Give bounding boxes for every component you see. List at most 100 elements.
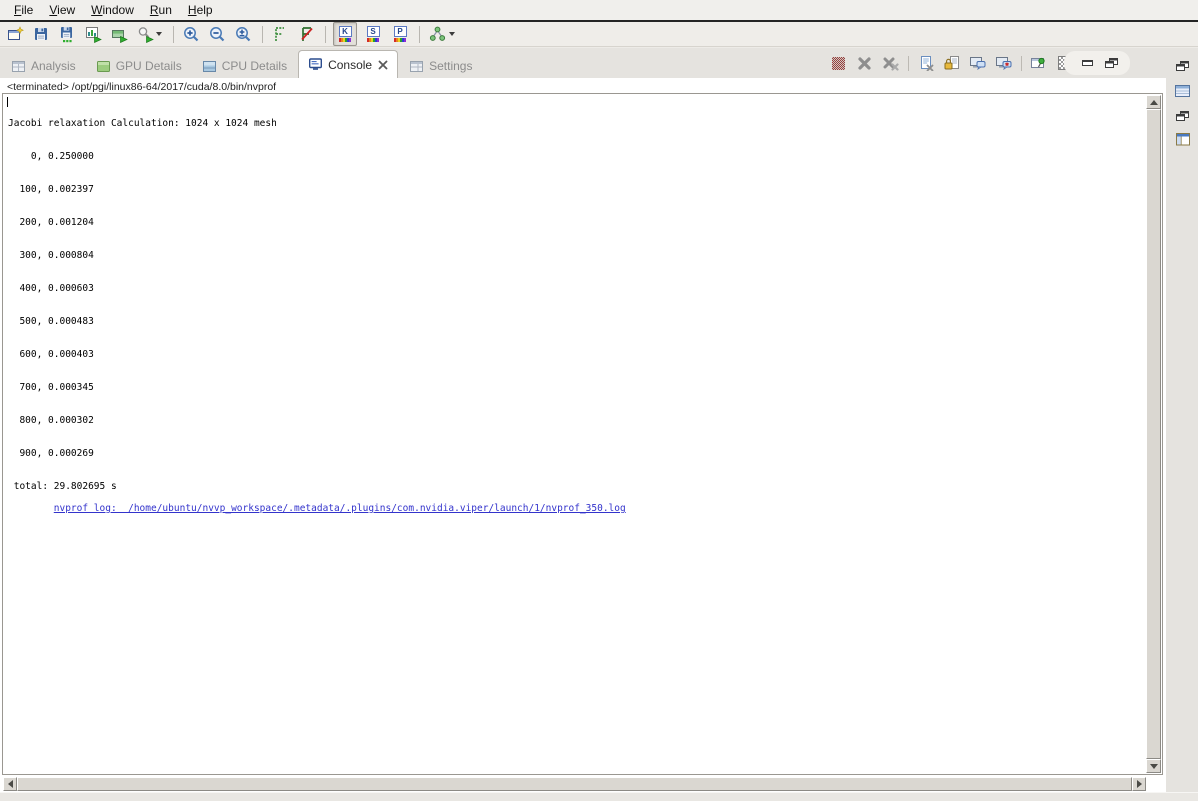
kernel-letter: K bbox=[339, 26, 352, 37]
save-all-icon bbox=[59, 26, 76, 43]
arrow-down-icon bbox=[1150, 764, 1158, 769]
console-line: 200, 0.001204 bbox=[8, 217, 1144, 228]
arrow-left-icon bbox=[8, 780, 13, 788]
tree-graph-icon bbox=[429, 26, 446, 42]
timeline-chart-icon bbox=[85, 26, 102, 43]
arrow-up-icon bbox=[1150, 100, 1158, 105]
remove-launch-button[interactable] bbox=[855, 54, 874, 72]
console-toolbar-separator bbox=[908, 56, 909, 71]
menu-help[interactable]: Help bbox=[180, 1, 221, 19]
console-line: 0, 0.250000 bbox=[8, 151, 1144, 162]
new-session-button[interactable] bbox=[5, 24, 25, 44]
clear-console-button[interactable] bbox=[916, 54, 935, 72]
examine-dropdown-caret[interactable] bbox=[156, 32, 162, 36]
fast-view-bar bbox=[1166, 48, 1198, 792]
scroll-right-button[interactable] bbox=[1132, 777, 1146, 791]
restore-icon bbox=[1175, 59, 1190, 73]
flag-clear-button[interactable] bbox=[296, 24, 316, 44]
vertical-scrollbar[interactable] bbox=[1146, 95, 1161, 773]
remove-launch-icon bbox=[857, 56, 872, 71]
scroll-lock-button[interactable] bbox=[942, 54, 961, 72]
new-session-icon bbox=[7, 26, 24, 42]
tab-console[interactable]: Console bbox=[298, 50, 398, 78]
flag-marker-icon bbox=[272, 26, 288, 42]
zoom-out-icon bbox=[209, 26, 226, 43]
tree-dropdown-caret[interactable] bbox=[449, 32, 455, 36]
toolbar-separator bbox=[173, 26, 174, 43]
tab-label: Console bbox=[328, 58, 372, 72]
show-stderr-button[interactable] bbox=[994, 54, 1013, 72]
console-tab-icon bbox=[308, 57, 323, 72]
flag-marker-button[interactable] bbox=[270, 24, 290, 44]
menu-view[interactable]: View bbox=[41, 1, 83, 19]
examine-magnifier-icon bbox=[137, 26, 154, 43]
zoom-in-button[interactable] bbox=[181, 24, 201, 44]
close-icon[interactable] bbox=[378, 60, 388, 70]
toolbar-separator bbox=[325, 26, 326, 43]
menu-window[interactable]: Window bbox=[83, 1, 142, 19]
console-line: 300, 0.000804 bbox=[8, 250, 1144, 261]
scroll-up-button[interactable] bbox=[1146, 95, 1161, 109]
examine-button[interactable] bbox=[135, 24, 155, 44]
nvprof-log-link[interactable]: nvprof log: /home/ubuntu/nvvp_workspace/… bbox=[54, 503, 626, 514]
pin-console-button[interactable] bbox=[1029, 54, 1048, 72]
perspective-view-button[interactable] bbox=[1174, 131, 1191, 147]
analysis-card-icon bbox=[111, 26, 128, 43]
save-icon bbox=[33, 26, 49, 42]
zoom-in-icon bbox=[183, 26, 200, 43]
console-toolbar-separator bbox=[1021, 56, 1022, 71]
console-status-line: <terminated> /opt/pgi/linux86-64/2017/cu… bbox=[7, 81, 276, 93]
console-output-text: Jacobi relaxation Calculation: 1024 x 10… bbox=[8, 96, 1144, 525]
restore-view-button-2[interactable] bbox=[1174, 108, 1191, 124]
save-button[interactable] bbox=[31, 24, 51, 44]
menu-file[interactable]: File bbox=[6, 1, 41, 19]
tab-cpu-details[interactable]: CPU Details bbox=[193, 54, 296, 78]
settings-tab-icon bbox=[409, 59, 424, 73]
console-line: 400, 0.000603 bbox=[8, 283, 1144, 294]
console-output-area[interactable]: Jacobi relaxation Calculation: 1024 x 10… bbox=[2, 93, 1163, 775]
tab-settings[interactable]: Settings bbox=[400, 54, 481, 78]
restore-icon bbox=[1104, 56, 1119, 70]
toolbar-separator bbox=[419, 26, 420, 43]
table-icon bbox=[1174, 83, 1191, 98]
properties-view-button[interactable] bbox=[1174, 82, 1191, 98]
scroll-down-button[interactable] bbox=[1146, 759, 1161, 773]
horizontal-scroll-thumb[interactable] bbox=[17, 777, 1132, 791]
view-tab-bar: Analysis GPU Details CPU Details bbox=[0, 48, 1166, 78]
color-by-kernel-button[interactable]: K bbox=[333, 22, 357, 46]
console-line: 900, 0.000269 bbox=[8, 448, 1144, 459]
tab-label: Settings bbox=[429, 59, 472, 73]
show-stdout-button[interactable] bbox=[968, 54, 987, 72]
menu-run[interactable]: Run bbox=[142, 1, 180, 19]
horizontal-scrollbar[interactable] bbox=[3, 777, 1146, 791]
restore-view-button[interactable] bbox=[1174, 58, 1191, 74]
maximize-view-button[interactable] bbox=[1102, 54, 1121, 72]
console-line: 500, 0.000483 bbox=[8, 316, 1144, 327]
toolbar-separator bbox=[262, 26, 263, 43]
scroll-left-button[interactable] bbox=[3, 777, 17, 791]
nvvp-window: File View Window Run Help bbox=[0, 0, 1198, 800]
color-by-stream-button[interactable]: S bbox=[362, 23, 384, 45]
save-all-button[interactable] bbox=[57, 24, 77, 44]
terminate-icon bbox=[832, 57, 845, 70]
zoom-out-button[interactable] bbox=[207, 24, 227, 44]
show-stdout-icon bbox=[969, 55, 986, 71]
tab-gpu-details[interactable]: GPU Details bbox=[87, 54, 191, 78]
rainbow-strip-icon bbox=[339, 38, 351, 42]
color-by-process-button[interactable]: P bbox=[389, 23, 411, 45]
vertical-scroll-thumb[interactable] bbox=[1146, 109, 1161, 759]
generate-timeline-button[interactable] bbox=[83, 24, 103, 44]
remove-all-launches-button[interactable] bbox=[881, 54, 900, 72]
stream-letter: S bbox=[367, 26, 380, 37]
console-line: Jacobi relaxation Calculation: 1024 x 10… bbox=[8, 118, 1144, 129]
pin-console-icon bbox=[1030, 55, 1047, 71]
tab-analysis[interactable]: Analysis bbox=[2, 54, 85, 78]
call-tree-button[interactable] bbox=[427, 24, 447, 44]
terminate-button[interactable] bbox=[829, 54, 848, 72]
minimize-view-button[interactable] bbox=[1078, 54, 1097, 72]
run-analysis-button[interactable] bbox=[109, 24, 129, 44]
main-toolbar: K S P bbox=[0, 22, 1198, 47]
console-line: 800, 0.000302 bbox=[8, 415, 1144, 426]
zoom-fit-button[interactable] bbox=[233, 24, 253, 44]
window-layout-icon bbox=[1175, 131, 1191, 147]
